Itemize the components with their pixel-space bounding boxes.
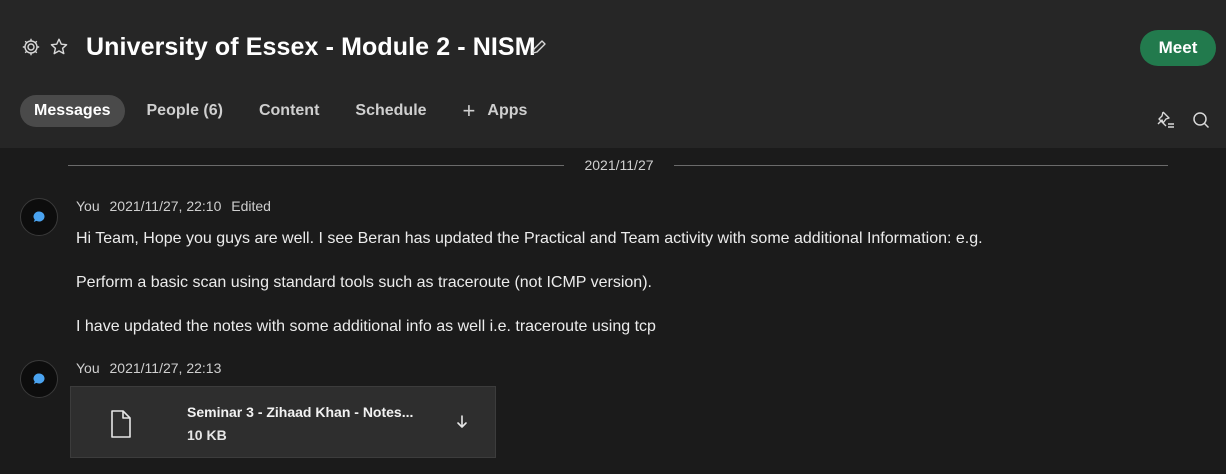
pencil-icon[interactable] [528, 36, 550, 58]
tab-content[interactable]: Content [245, 95, 333, 127]
tab-messages[interactable]: Messages [20, 95, 125, 127]
channel-title: University of Essex - Module 2 - NISM [86, 33, 536, 61]
meet-button[interactable]: Meet [1140, 30, 1216, 66]
message-timestamp: 2021/11/27, 22:13 [109, 360, 222, 376]
plus-icon: + [462, 98, 476, 123]
title-row: University of Essex - Module 2 - NISM Me… [0, 22, 1226, 72]
chat-bubble-icon [33, 211, 45, 222]
tab-schedule[interactable]: Schedule [341, 95, 440, 127]
tab-bar: Messages People (6) Content Schedule + A… [20, 94, 549, 128]
pin-list-icon[interactable] [1152, 107, 1178, 133]
avatar[interactable] [20, 198, 58, 236]
date-separator: 2021/11/27 [68, 156, 1168, 176]
message-author: You [76, 198, 100, 214]
file-name: Seminar 3 - Zihaad Khan - Notes... [187, 404, 414, 420]
file-attachment-card[interactable]: Seminar 3 - Zihaad Khan - Notes... 10 KB [70, 386, 496, 458]
message-text: Perform a basic scan using standard tool… [76, 274, 652, 291]
tab-people[interactable]: People (6) [133, 95, 237, 127]
star-icon[interactable] [48, 36, 70, 58]
message-edited-status: Edited [231, 198, 271, 214]
message-meta: You 2021/11/27, 22:10 Edited [76, 198, 277, 214]
divider-line [68, 165, 564, 166]
channel-header: University of Essex - Module 2 - NISM Me… [0, 0, 1226, 148]
message-text: Hi Team, Hope you guys are well. I see B… [76, 230, 983, 247]
file-size: 10 KB [187, 427, 227, 443]
search-icon[interactable] [1188, 107, 1214, 133]
date-separator-label: 2021/11/27 [584, 157, 654, 173]
message-timestamp: 2021/11/27, 22:10 [109, 198, 222, 214]
tab-apps-label: Apps [487, 102, 528, 119]
message-text: I have updated the notes with some addit… [76, 318, 656, 335]
chat-bubble-icon [33, 373, 45, 384]
download-icon[interactable] [451, 411, 473, 433]
gear-icon[interactable] [20, 36, 42, 58]
message-author: You [76, 360, 100, 376]
divider-line [674, 165, 1168, 166]
avatar[interactable] [20, 360, 58, 398]
tab-apps[interactable]: + Apps [449, 95, 542, 127]
file-icon [109, 409, 133, 439]
message-meta: You 2021/11/27, 22:13 [76, 360, 227, 376]
